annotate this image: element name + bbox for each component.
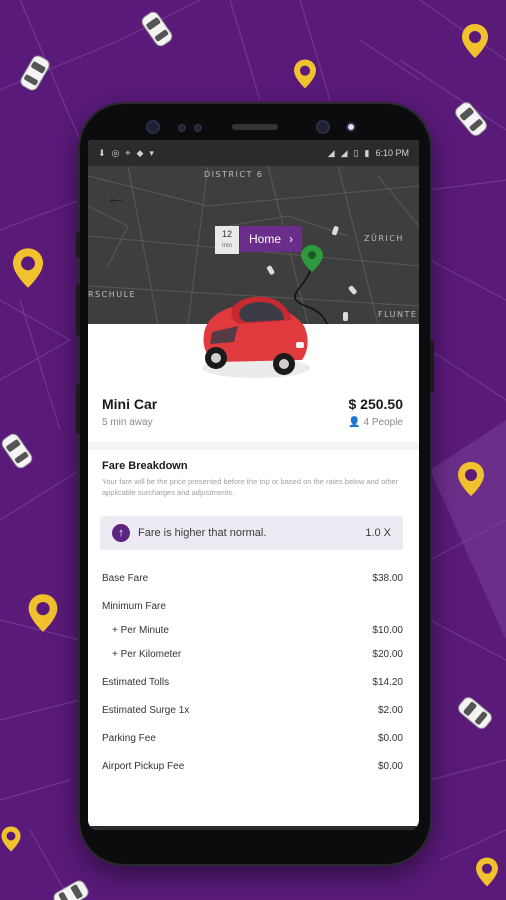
map-label-flunte: FLUNTE bbox=[378, 310, 418, 319]
ride-summary: Mini Car 5 min away $ 250.50 👤 4 People bbox=[102, 396, 403, 428]
ride-capacity-row: 👤 4 People bbox=[348, 417, 403, 428]
fare-label: Estimated Surge 1x bbox=[102, 704, 190, 716]
fare-label: Airport Pickup Fee bbox=[102, 760, 185, 772]
download-icon: ⬇ bbox=[98, 147, 106, 158]
fare-row-per-kilometer: + Per Kilometer $20.00 bbox=[102, 642, 403, 666]
cellular-icon-2: ◢ bbox=[340, 147, 348, 158]
fare-label: Minimum Fare bbox=[102, 600, 166, 612]
location-pin-icon bbox=[294, 59, 316, 89]
fare-value: $14.20 bbox=[372, 676, 403, 688]
phone-side-button bbox=[430, 340, 434, 392]
shield-icon: ◆ bbox=[136, 147, 144, 158]
location-pin-icon bbox=[458, 462, 484, 496]
fare-value: $0.00 bbox=[377, 732, 403, 744]
ride-name: Mini Car bbox=[102, 396, 158, 412]
surge-alert-text: Fare is higher that normal. bbox=[138, 527, 267, 539]
fare-label: Estimated Tolls bbox=[102, 676, 170, 688]
bottom-bar bbox=[88, 826, 419, 830]
fare-row-base: Base Fare $38.00 bbox=[102, 566, 403, 590]
fare-list: Base Fare $38.00 Minimum Fare + Per Minu… bbox=[102, 566, 403, 778]
location-pin-icon bbox=[462, 24, 488, 58]
phone-camera bbox=[146, 120, 160, 134]
section-divider bbox=[88, 442, 419, 450]
chevron-right-icon: › bbox=[289, 232, 293, 246]
phone-speaker bbox=[232, 124, 278, 130]
eta-badge: 12 min bbox=[215, 226, 239, 254]
phone-front-camera bbox=[316, 120, 330, 134]
phone-sensor bbox=[346, 122, 356, 132]
fare-row-parking: Parking Fee $0.00 bbox=[102, 726, 403, 750]
ride-price: $ 250.50 bbox=[348, 396, 404, 412]
app-screen: ⬇ ◎ ⌖ ◆ ▾ ◢ ◢ ▯ ▮ 6:10 PM DISTRICT 6 ZÜR… bbox=[88, 140, 419, 830]
fare-label: Base Fare bbox=[102, 572, 149, 584]
vibrate-icon: ▯ bbox=[353, 147, 359, 158]
fare-value: $0.00 bbox=[377, 760, 403, 772]
location-pin-icon bbox=[476, 857, 498, 887]
person-icon: 👤 bbox=[348, 417, 361, 428]
status-time: 6:10 PM bbox=[375, 148, 409, 158]
fare-row-per-minute: + Per Minute $10.00 bbox=[102, 618, 403, 642]
fare-value: $20.00 bbox=[372, 648, 403, 660]
map-label-zurich: ZÜRICH bbox=[364, 234, 404, 243]
eta-unit: min bbox=[222, 243, 232, 249]
destination-tag[interactable]: Home › bbox=[240, 226, 302, 252]
location-pin-icon bbox=[12, 248, 44, 288]
location-pin-icon bbox=[1, 826, 21, 852]
signal-icon: ◎ bbox=[111, 147, 120, 158]
fare-row-surge: Estimated Surge 1x $2.00 bbox=[102, 698, 403, 722]
ride-eta: 5 min away bbox=[102, 417, 153, 428]
battery-icon: ▮ bbox=[364, 147, 370, 158]
map-label-schule: RSCHULE bbox=[88, 290, 137, 299]
fare-row-tolls: Estimated Tolls $14.20 bbox=[102, 670, 403, 694]
surge-multiplier: 1.0 X bbox=[365, 527, 391, 539]
map-label-district: DISTRICT 6 bbox=[204, 170, 264, 179]
phone-side-button bbox=[76, 284, 80, 336]
phone-sensor bbox=[194, 124, 202, 132]
fare-value: $38.00 bbox=[372, 572, 403, 584]
notification-icons: ⬇ ◎ ⌖ ◆ ▾ bbox=[98, 148, 154, 159]
fare-label: + Per Minute bbox=[112, 624, 169, 636]
red-car-illustration bbox=[202, 296, 310, 378]
ride-capacity: 4 People bbox=[363, 417, 403, 428]
location-icon: ⌖ bbox=[125, 147, 131, 158]
surge-alert: ↑ Fare is higher that normal. 1.0 X bbox=[100, 516, 403, 550]
fare-row-airport: Airport Pickup Fee $0.00 bbox=[102, 754, 403, 778]
fare-value: $10.00 bbox=[372, 624, 403, 636]
phone-side-button bbox=[76, 232, 80, 258]
fare-breakdown-title: Fare Breakdown bbox=[102, 460, 188, 472]
arrow-up-icon: ↑ bbox=[112, 524, 130, 542]
back-arrow-icon[interactable]: ← bbox=[106, 188, 126, 208]
fare-row-minimum: Minimum Fare bbox=[102, 594, 403, 618]
wifi-icon: ▾ bbox=[149, 147, 154, 158]
status-bar: ⬇ ◎ ⌖ ◆ ▾ ◢ ◢ ▯ ▮ 6:10 PM bbox=[88, 140, 419, 166]
destination-label: Home bbox=[248, 232, 281, 246]
phone-side-button bbox=[76, 384, 80, 434]
location-pin-icon bbox=[28, 594, 58, 632]
fare-label: + Per Kilometer bbox=[112, 648, 182, 660]
fare-label: Parking Fee bbox=[102, 732, 156, 744]
fare-note: Your fare will be the price presented be… bbox=[102, 477, 399, 497]
cellular-icon: ◢ bbox=[327, 147, 335, 158]
fare-value: $2.00 bbox=[377, 704, 403, 716]
phone-sensor bbox=[178, 124, 186, 132]
eta-value: 12 bbox=[221, 229, 232, 239]
